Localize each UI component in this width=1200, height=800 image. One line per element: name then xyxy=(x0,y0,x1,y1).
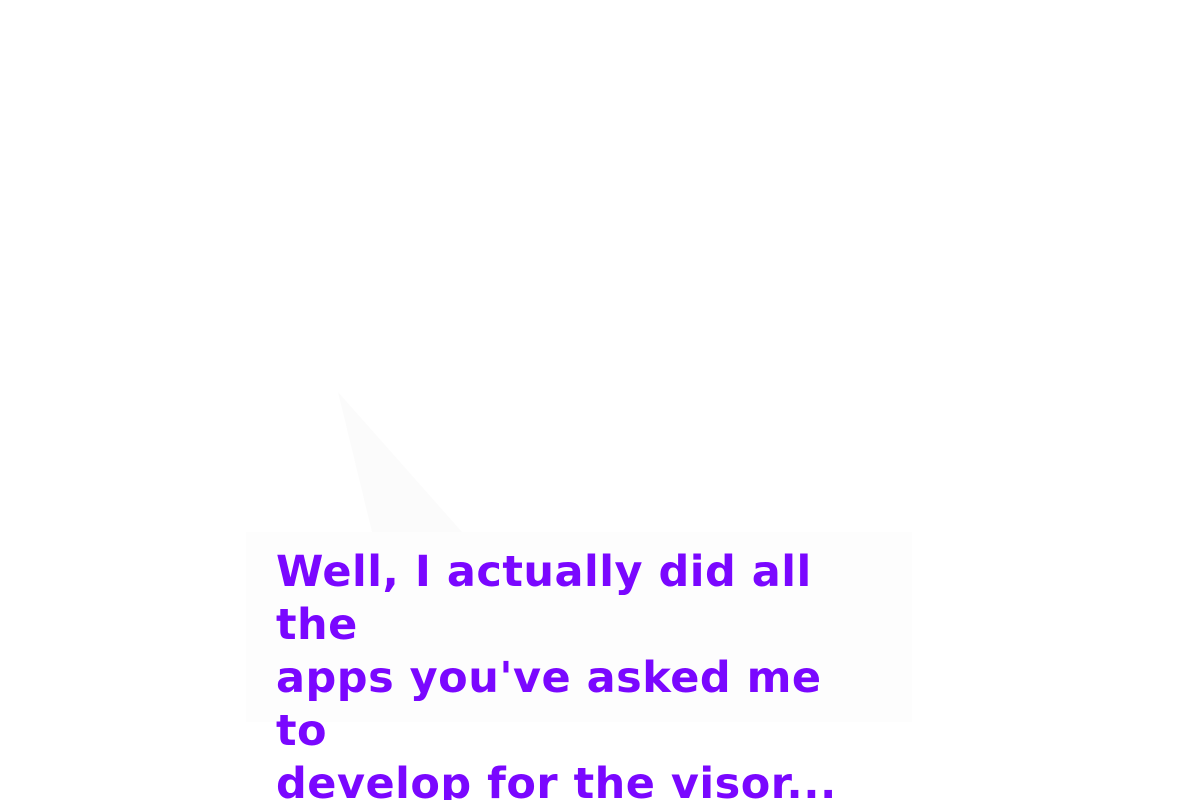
dialogue-box[interactable]: Well, I actually did all the apps you've… xyxy=(246,532,912,800)
game-scene[interactable]: Well, I actually did all the apps you've… xyxy=(0,0,1200,800)
dialogue-text: Well, I actually did all the apps you've… xyxy=(276,547,837,800)
